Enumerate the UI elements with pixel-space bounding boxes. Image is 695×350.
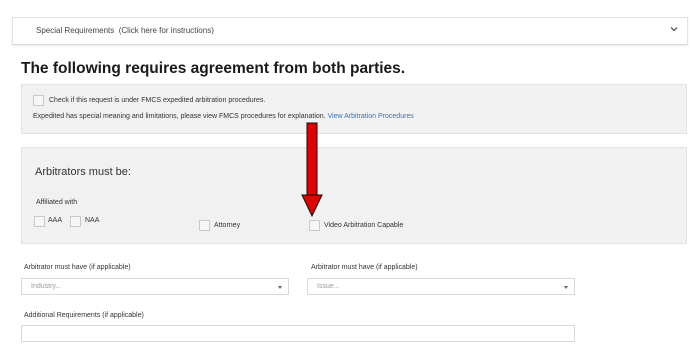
issue-select-placeholder: Issue... xyxy=(317,283,340,290)
arbitrators-title: Arbitrators must be: xyxy=(35,166,131,178)
naa-label: NAA xyxy=(85,217,100,224)
aaa-checkbox[interactable] xyxy=(34,216,45,227)
chevron-down-icon xyxy=(278,286,282,289)
additional-requirements-input[interactable] xyxy=(21,325,575,342)
instructions-link[interactable]: (Click here for instructions) xyxy=(119,26,214,35)
red-down-arrow-icon xyxy=(301,122,323,218)
affiliated-with-label: Affiliated with xyxy=(36,199,78,206)
additional-requirements-label: Additional Requirements (if applicable) xyxy=(24,312,144,319)
attorney-label: Attorney xyxy=(214,222,241,229)
issue-select[interactable]: Issue... xyxy=(307,278,575,295)
expedited-panel: Check if this request is under FMCS expe… xyxy=(21,84,687,134)
expedited-note-text: Expedited has special meaning and limita… xyxy=(33,113,326,120)
attorney-checkbox[interactable] xyxy=(199,220,210,231)
special-requirements-header[interactable]: Special Requirements (Click here for ins… xyxy=(12,17,688,45)
industry-select-placeholder: Industry... xyxy=(31,283,62,290)
chevron-down-icon[interactable] xyxy=(669,24,679,34)
issue-field-label: Arbitrator must have (if applicable) xyxy=(311,264,418,271)
view-arbitration-procedures-link[interactable]: View Arbitration Procedures xyxy=(328,113,414,120)
section-title: Special Requirements (Click here for ins… xyxy=(36,26,214,35)
video-arbitration-checkbox[interactable] xyxy=(309,220,320,231)
chevron-down-icon xyxy=(564,286,568,289)
video-arbitration-label: Video Arbitration Capable xyxy=(324,222,404,229)
section-title-text: Special Requirements xyxy=(36,26,115,35)
expedited-note: Expedited has special meaning and limita… xyxy=(33,113,414,120)
page-title: The following requires agreement from bo… xyxy=(21,60,406,77)
aaa-label: AAA xyxy=(48,217,63,224)
arbitrators-panel: Arbitrators must be: Affiliated with AAA… xyxy=(21,147,687,244)
naa-checkbox[interactable] xyxy=(70,216,81,227)
expedited-checkbox[interactable] xyxy=(33,95,44,106)
industry-select[interactable]: Industry... xyxy=(21,278,289,295)
expedited-checkbox-label: Check if this request is under FMCS expe… xyxy=(49,97,266,104)
industry-field-label: Arbitrator must have (if applicable) xyxy=(24,264,131,271)
